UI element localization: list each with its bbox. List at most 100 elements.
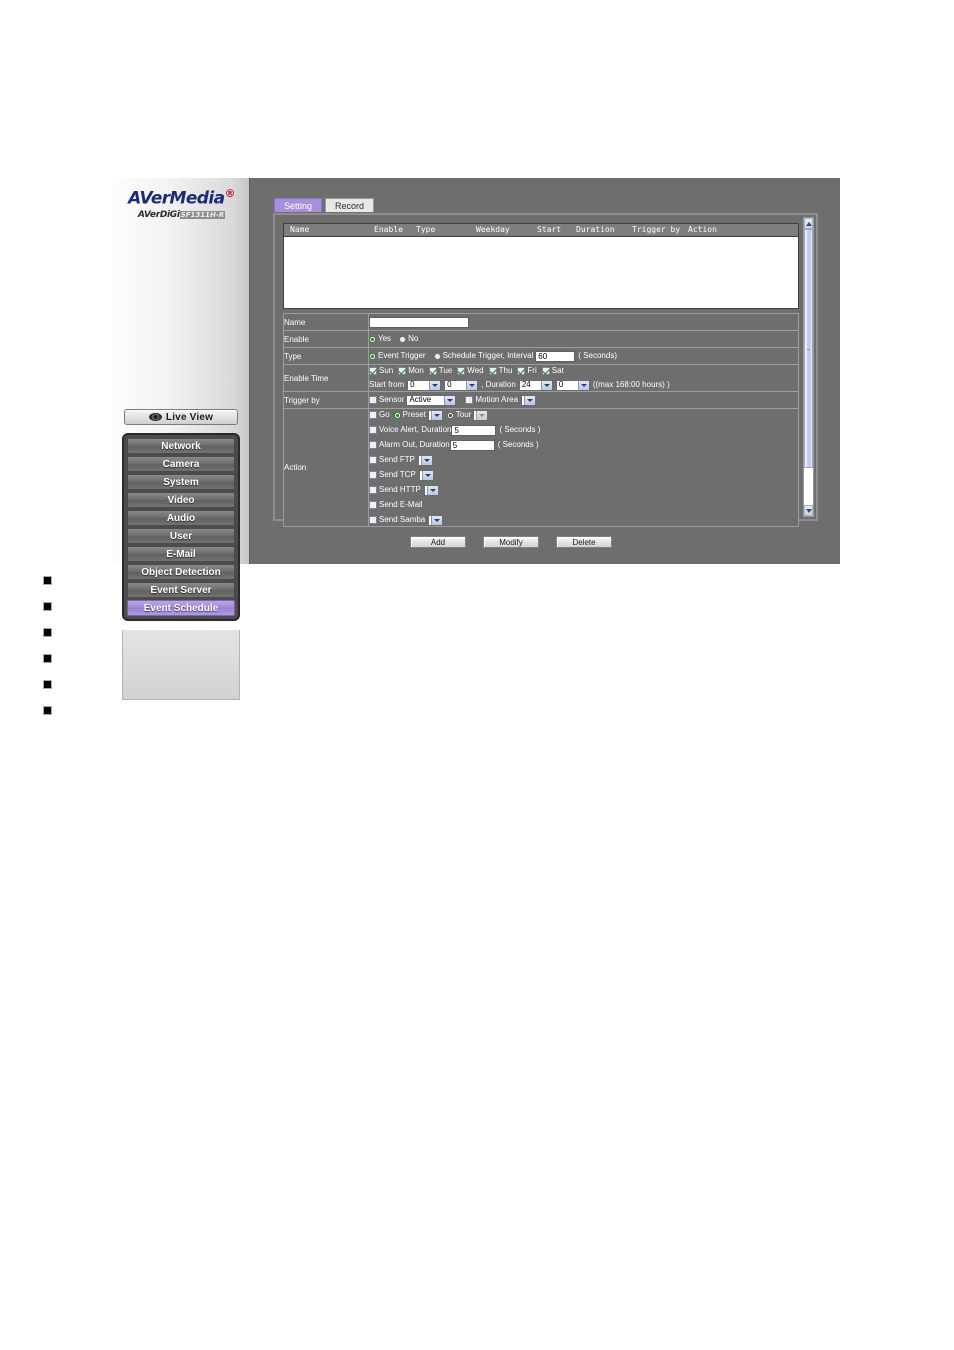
- duration-label: , Duration: [481, 380, 516, 389]
- alarm-out-duration-input[interactable]: [449, 439, 495, 451]
- chevron-down-icon: [476, 410, 488, 420]
- label-enable: Enable: [283, 330, 369, 348]
- sidebar-item-network[interactable]: Network: [127, 438, 235, 454]
- sensor-checkbox[interactable]: [369, 396, 377, 404]
- preset-label: Preset: [402, 410, 426, 419]
- form-row-action: Action Go Preset Tour Voice Alert, Durat…: [283, 408, 799, 527]
- sidebar-item-system[interactable]: System: [127, 474, 235, 490]
- send-samba-checkbox[interactable]: [369, 516, 377, 524]
- preset-select[interactable]: [427, 409, 442, 421]
- motion-area-checkbox[interactable]: [465, 396, 474, 404]
- tab-record[interactable]: Record: [325, 198, 375, 212]
- send-tcp-select[interactable]: [418, 469, 433, 481]
- day-wed-checkbox[interactable]: [457, 367, 466, 375]
- sidebar-item-label: Object Detection: [141, 566, 221, 578]
- chevron-down-icon: [426, 485, 438, 495]
- brand-logo: AVerMedia® AVerDiGiSF1311H-R: [113, 184, 250, 220]
- sidebar-item-label: E-Mail: [166, 548, 196, 560]
- brand-sub-prefix: AVerDiGi: [137, 209, 180, 220]
- send-samba-select[interactable]: [428, 514, 443, 526]
- scroll-up-button[interactable]: [804, 218, 813, 229]
- day-sat-label: Sat: [551, 366, 564, 375]
- sidebar-item-camera[interactable]: Camera: [127, 456, 235, 472]
- interval-input[interactable]: [535, 350, 576, 362]
- send-tcp-label: Send TCP: [379, 470, 416, 479]
- column-header-start: Start: [537, 225, 562, 234]
- chevron-down-icon: [430, 410, 442, 420]
- day-tue-checkbox[interactable]: [428, 367, 437, 375]
- chevron-down-icon: [577, 380, 589, 390]
- label-enable-time: Enable Time: [283, 364, 369, 392]
- bullet-marker: [43, 680, 52, 689]
- add-button[interactable]: Add: [410, 536, 466, 548]
- enable-no-radio[interactable]: [399, 335, 407, 343]
- name-input[interactable]: [369, 316, 469, 328]
- voice-alert-checkbox[interactable]: [369, 426, 377, 434]
- send-email-label: Send E-Mail: [379, 500, 423, 509]
- sidebar-item-event-server[interactable]: Event Server: [127, 582, 235, 598]
- tour-select[interactable]: [473, 409, 488, 421]
- event-schedule-form: Name Enable Yes No Type Event Trigger Sc…: [283, 313, 799, 527]
- sidebar-item-object-detection[interactable]: Object Detection: [127, 564, 235, 580]
- scrollbar-thumb[interactable]: [804, 229, 813, 468]
- delete-button[interactable]: Delete: [556, 536, 612, 548]
- avermedia-ipcam-web-ui: AVerMedia® AVerDiGiSF1311H-R Live View N…: [113, 178, 840, 700]
- send-http-select[interactable]: [423, 484, 438, 496]
- delete-button-label: Delete: [572, 537, 596, 547]
- modify-button[interactable]: Modify: [483, 536, 539, 548]
- sensor-select[interactable]: Active: [406, 394, 457, 406]
- voice-alert-duration-input[interactable]: [451, 424, 497, 436]
- day-fri-checkbox[interactable]: [517, 367, 526, 375]
- sidebar-item-label: Network: [161, 440, 201, 452]
- column-header-duration: Duration: [576, 225, 615, 234]
- tab-setting[interactable]: Setting: [274, 198, 323, 212]
- event-trigger-radio[interactable]: [369, 352, 376, 360]
- duration-hour-select[interactable]: 24: [518, 379, 553, 391]
- tab-label: Setting: [284, 200, 313, 211]
- vertical-scrollbar[interactable]: [803, 217, 814, 517]
- schedule-trigger-radio[interactable]: [433, 352, 441, 360]
- start-hour-select[interactable]: 0: [407, 379, 442, 391]
- sidebar-item-label: Event Server: [150, 584, 212, 596]
- event-trigger-label: Event Trigger: [378, 351, 426, 360]
- send-ftp-select[interactable]: [418, 454, 433, 466]
- scroll-down-button[interactable]: [804, 505, 813, 516]
- tab-label: Record: [335, 200, 365, 211]
- send-email-checkbox[interactable]: [369, 501, 377, 509]
- tour-radio[interactable]: [446, 411, 454, 419]
- motion-area-select[interactable]: [521, 394, 536, 406]
- day-sun-checkbox[interactable]: [369, 367, 377, 375]
- duration-minute-select[interactable]: 0: [555, 379, 590, 391]
- send-tcp-checkbox[interactable]: [369, 471, 377, 479]
- send-http-checkbox[interactable]: [369, 486, 377, 494]
- go-checkbox[interactable]: [369, 411, 377, 419]
- sidebar-menu: Network Camera System Video Audio User E…: [122, 433, 240, 621]
- day-mon-checkbox[interactable]: [398, 367, 407, 375]
- day-thu-checkbox[interactable]: [488, 367, 497, 375]
- chevron-down-icon: [540, 380, 552, 390]
- column-header-type: Type: [416, 225, 436, 234]
- sidebar-item-video[interactable]: Video: [127, 492, 235, 508]
- alarm-out-checkbox[interactable]: [369, 441, 377, 449]
- brand-name-part1: AVer: [128, 188, 170, 209]
- sidebar-item-user[interactable]: User: [127, 528, 235, 544]
- live-view-button[interactable]: Live View: [124, 409, 238, 425]
- send-ftp-checkbox[interactable]: [369, 456, 377, 464]
- sidebar-item-email[interactable]: E-Mail: [127, 546, 235, 562]
- sidebar-item-label: Event Schedule: [143, 602, 219, 614]
- chevron-down-icon: [524, 395, 536, 405]
- preset-radio[interactable]: [393, 411, 401, 419]
- sensor-label: Sensor: [379, 395, 405, 404]
- sidebar-item-event-schedule[interactable]: Event Schedule: [127, 600, 235, 616]
- start-minute-select[interactable]: 0: [444, 379, 479, 391]
- interval-units: ( Seconds): [578, 351, 617, 360]
- sidebar-item-audio[interactable]: Audio: [127, 510, 235, 526]
- column-header-action: Action: [688, 225, 717, 234]
- schedule-list-body[interactable]: [284, 237, 798, 308]
- enable-yes-radio[interactable]: [369, 335, 376, 343]
- day-sat-checkbox[interactable]: [541, 367, 550, 375]
- scrollbar-track[interactable]: [804, 229, 813, 505]
- chevron-down-icon: [421, 470, 433, 480]
- enable-yes-label: Yes: [378, 334, 392, 343]
- sidebar-item-label: System: [163, 476, 199, 488]
